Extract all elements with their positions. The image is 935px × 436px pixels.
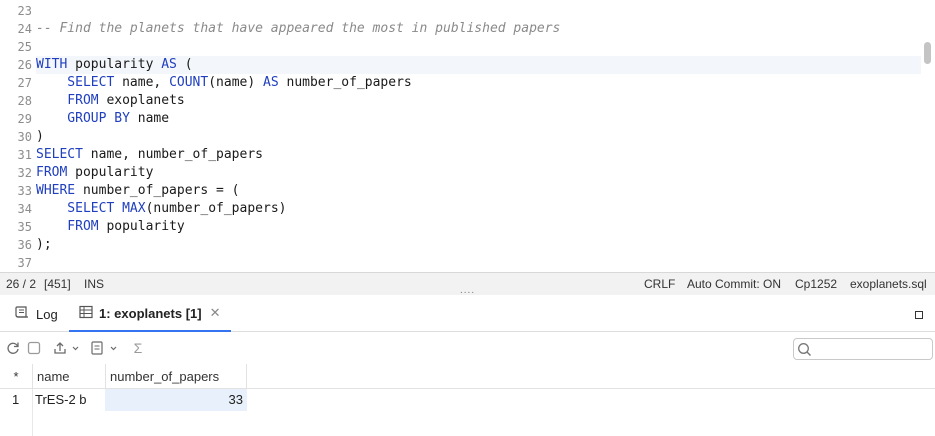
code-line[interactable]: GROUP BY name (36, 110, 169, 128)
file-encoding[interactable]: Cp1252 (795, 277, 837, 291)
code-line[interactable]: SELECT MAX(number_of_papers) (36, 200, 286, 218)
log-icon (14, 305, 30, 323)
line-number: 28 (17, 94, 32, 108)
code-text: popularity (67, 165, 154, 180)
code-text: popularity (98, 219, 185, 234)
code-text: ( (176, 57, 193, 72)
insert-mode[interactable]: INS (84, 277, 104, 291)
code-line[interactable]: SELECT name, COUNT(name) AS number_of_pa… (36, 74, 412, 92)
grid-search-input[interactable] (793, 338, 933, 360)
code-comment: -- Find the planets that have appeared t… (36, 21, 561, 36)
table-icon (79, 305, 93, 322)
line-number-gutter: 23 24 25 26 27 28 29 30 31 32 33 34 35 36 37 (0, 0, 36, 272)
code-text: (name) (208, 75, 264, 90)
code-line[interactable]: SELECT name, number_of_papers (36, 146, 263, 164)
code-line[interactable]: WHERE number_of_papers = ( (36, 182, 240, 200)
line-number: 27 (17, 76, 32, 90)
code-area[interactable]: -- Find the planets that have appeared t… (36, 0, 921, 272)
line-number: 25 (17, 40, 32, 54)
code-keyword: AS (161, 57, 177, 72)
code-keyword: SELECT (36, 75, 115, 90)
line-number: 29 (17, 112, 32, 126)
sum-icon[interactable]: Σ (130, 339, 146, 357)
export-icon[interactable] (52, 339, 82, 357)
stop-icon[interactable] (26, 339, 42, 357)
import-icon[interactable] (89, 339, 121, 357)
grid-corner[interactable]: * (0, 364, 33, 389)
column-header-number-of-papers[interactable]: number_of_papers (105, 364, 247, 389)
code-keyword: SELECT (36, 201, 115, 216)
code-keyword: AS (263, 75, 279, 90)
maximize-icon[interactable] (915, 311, 923, 319)
code-text: number_of_papers (278, 75, 412, 90)
cell-number-of-papers[interactable]: 33 (105, 389, 247, 411)
code-text: name (129, 111, 170, 126)
tab-log[interactable]: Log (14, 296, 58, 332)
code-text: name, (114, 75, 170, 90)
code-line[interactable]: ) (36, 128, 44, 146)
code-keyword: MAX (122, 201, 146, 216)
auto-commit-status[interactable]: Auto Commit: ON (687, 277, 781, 291)
code-line[interactable]: WITH popularity AS ( (36, 56, 193, 74)
code-text: number_of_papers = ( (75, 183, 240, 198)
line-number: 35 (17, 220, 32, 234)
sql-editor[interactable]: 23 24 25 26 27 28 29 30 31 32 33 34 35 36 37 -- Find t… (0, 0, 935, 273)
caret-position[interactable]: 26 / 2 (6, 277, 36, 291)
grid-header: * name number_of_papers (0, 364, 935, 389)
line-number: 30 (17, 130, 32, 144)
line-number: 32 (17, 166, 32, 180)
tab-result-label: 1: exoplanets [1] (99, 305, 202, 321)
code-text: popularity (67, 57, 162, 72)
line-ending[interactable]: CRLF (644, 277, 675, 291)
line-number: 36 (17, 238, 32, 252)
line-number: 26 (17, 58, 32, 72)
code-text: (number_of_papers) (145, 201, 287, 216)
results-tabs: Log 1: exoplanets [1] ✕ (0, 296, 935, 332)
results-panel: Log 1: exoplanets [1] ✕ Σ * name number_… (0, 296, 935, 436)
results-grid[interactable]: * name number_of_papers 1 TrES-2 b 33 (0, 364, 935, 436)
code-keyword: WITH (36, 57, 68, 72)
char-count: [451] (44, 277, 71, 291)
code-keyword: FROM (36, 93, 99, 108)
code-text: ); (36, 237, 52, 252)
tab-result-exoplanets[interactable]: 1: exoplanets [1] ✕ (69, 296, 231, 332)
code-keyword: SELECT (36, 147, 83, 162)
code-keyword: FROM (36, 165, 68, 180)
row-number[interactable]: 1 (0, 389, 33, 411)
code-text: ) (36, 129, 44, 144)
line-number: 37 (17, 256, 32, 270)
scrollbar-thumb[interactable] (924, 42, 931, 64)
code-keyword: FROM (36, 219, 99, 234)
line-number: 31 (17, 148, 32, 162)
code-line[interactable]: FROM popularity (36, 164, 153, 182)
line-number: 34 (17, 202, 32, 216)
code-text: exoplanets (98, 93, 185, 108)
code-keyword: COUNT (169, 75, 209, 90)
tab-log-label: Log (36, 306, 58, 322)
code-text: name, number_of_papers (82, 147, 263, 162)
column-header-name[interactable]: name (33, 364, 105, 389)
cell-name[interactable]: TrES-2 b (33, 389, 105, 411)
search-icon (797, 342, 812, 360)
code-line[interactable]: FROM popularity (36, 218, 185, 236)
refresh-icon[interactable] (5, 339, 21, 357)
code-line[interactable]: FROM exoplanets (36, 92, 185, 110)
editor-vertical-scrollbar[interactable] (921, 0, 935, 272)
code-keyword: WHERE (36, 183, 76, 198)
line-number: 23 (17, 4, 32, 18)
file-name: exoplanets.sql (850, 277, 927, 291)
code-keyword: GROUP BY (36, 111, 130, 126)
line-number: 33 (17, 184, 32, 198)
line-number: 24 (17, 22, 32, 36)
close-icon[interactable]: ✕ (210, 305, 221, 321)
code-line[interactable]: ); (36, 236, 52, 254)
code-line[interactable]: -- Find the planets that have appeared t… (36, 20, 560, 38)
splitter-handle[interactable]: .... (460, 286, 475, 296)
